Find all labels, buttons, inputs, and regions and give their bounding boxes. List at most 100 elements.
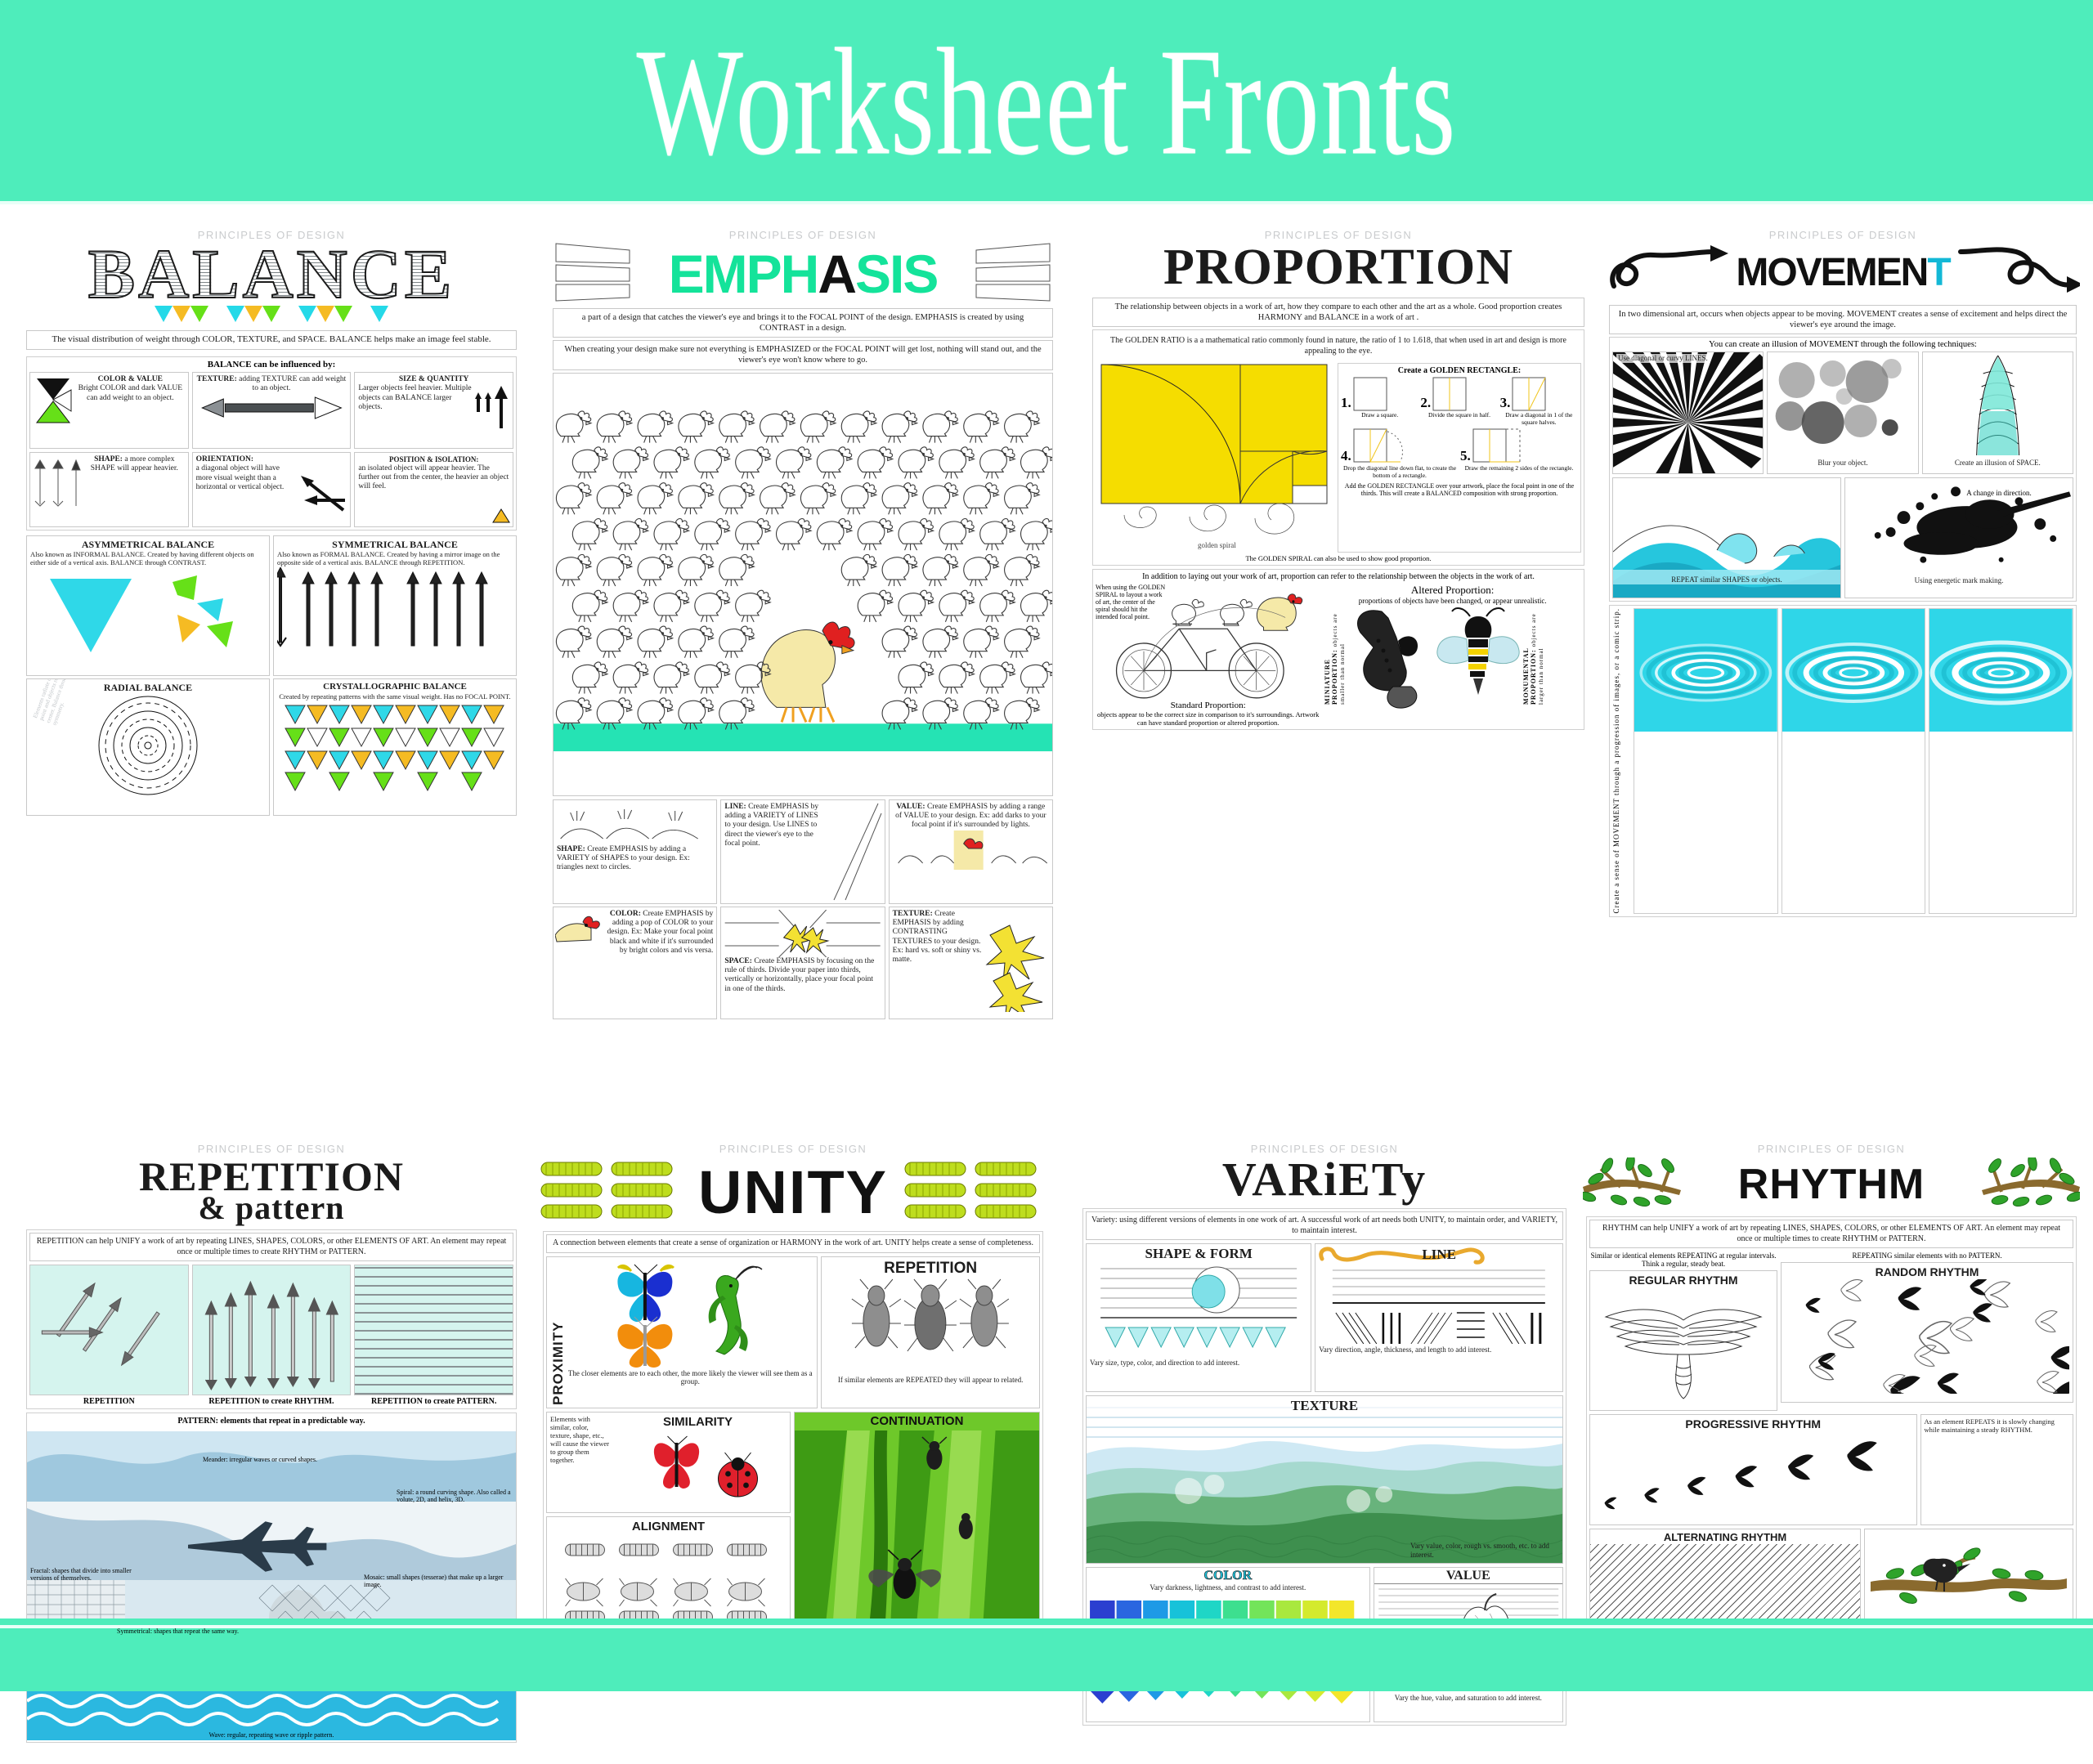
card-name: PROGRESSIVE RHYTHM [1685, 1417, 1822, 1430]
step-text: Draw a square. [1361, 411, 1399, 419]
rect-note: Add the GOLDEN RECTANGLE over your artwo… [1344, 482, 1575, 498]
wasp-illustration [1436, 607, 1520, 696]
emphasis-intro: a part of a design that catches the view… [553, 308, 1053, 338]
card-text: Vary direction, angle, thickness, and le… [1319, 1345, 1492, 1354]
pod-label: PRINCIPLES OF DESIGN [719, 1143, 867, 1155]
card-name: PROXIMITY [550, 1320, 566, 1405]
proportion-intro: The relationship between objects in a wo… [1092, 298, 1584, 328]
rhythm-lead-left: Similar or identical elements REPEATING … [1590, 1251, 1777, 1268]
rhythm-card-random: RANDOM RHYTHM [1781, 1262, 2073, 1403]
pod-label: PRINCIPLES OF DESIGN [728, 229, 877, 241]
caption: REPETITION to create RHYTHM. [208, 1397, 334, 1406]
altered-head: Altered Proportion: [1410, 584, 1495, 597]
balance-factor-shape: SHAPE: a more complex SHAPE will appear … [29, 451, 189, 527]
balance-type-symmetrical: SYMMETRICAL BALANCE Also known as FORMAL… [273, 535, 517, 676]
balance-factor-size-quantity: SIZE & QUANTITY Larger objects feel heav… [354, 371, 513, 449]
worksheet-balance[interactable]: PRINCIPLES OF DESIGN BALANCE The visual … [23, 229, 520, 989]
golden-spiral-diagram: golden spiral [1096, 363, 1333, 553]
factor-name: POSITION & ISOLATION: [388, 454, 479, 463]
card-text: As an element REPEATS it is slowly chang… [1924, 1417, 2055, 1435]
pattern-note-symmetrical: Symmetrical: shapes that repeat the same… [117, 1627, 239, 1635]
card-name: SHAPE: [557, 844, 585, 853]
step-2: 2. Divide the square in half. [1420, 377, 1498, 426]
variety-card-shape-form: SHAPE & FORM Vary size, type, color, and… [1086, 1243, 1312, 1392]
worksheet-subtitle: & pattern [198, 1189, 345, 1226]
card-name: SPACE: [724, 956, 752, 965]
golden-rectangle-steps: Create a GOLDEN RECTANGLE: 1. Draw a squ… [1338, 363, 1581, 553]
movement-tile-space: Create an illusion of SPACE. [1921, 351, 2073, 475]
worksheet-proportion[interactable]: PRINCIPLES OF DESIGN PROPORTION The rela… [1089, 229, 1588, 1095]
monumental-label: MONUMENTAL PROPORTION: objects are large… [1522, 613, 1545, 705]
movement-subhead: You can create an illusion of MOVEMENT t… [1709, 340, 1977, 350]
step-4: 4. Drop the diagonal line down flat, to … [1341, 428, 1459, 479]
factor-text: adding TEXTURE can add weight to an obje… [239, 374, 347, 393]
caption: REPETITION [83, 1397, 135, 1406]
worksheet-emphasis[interactable]: PRINCIPLES OF DESIGN EMPHASIS a part of … [549, 229, 1056, 1120]
balance-type-asymmetrical: ASYMMETRICAL BALANCE Also known as INFOR… [26, 535, 270, 676]
strip-caption: Create a sense of MOVEMENT through a pro… [1612, 608, 1620, 914]
svg-text:golden spiral: golden spiral [1198, 541, 1236, 549]
factor-text: an isolated object will appear heavier. … [358, 463, 509, 491]
card-name: RANDOM RHYTHM [1875, 1265, 1979, 1278]
type-text: Created by repeating patterns with the s… [279, 692, 511, 701]
worksheet-gallery: PRINCIPLES OF DESIGN BALANCE The visual … [0, 204, 2093, 1764]
card-name: LINE [1422, 1246, 1456, 1262]
tile-caption: Blur your object. [1817, 459, 1868, 468]
balance-factor-color-value: COLOR & VALUE Bright COLOR and dark VALU… [29, 371, 189, 449]
worksheet-title: UNITY [698, 1157, 888, 1226]
pattern-note-fractal: Fractal: shapes that divide into smaller… [30, 1567, 132, 1582]
rect-head: Create a GOLDEN RECTANGLE: [1397, 366, 1522, 376]
type-name: ASYMMETRICAL BALANCE [81, 538, 215, 550]
pattern-note-wave: Wave: regular, repeating wave or ripple … [208, 1731, 334, 1739]
emphasis-card-space: SPACE: Create EMPHASIS by focusing on th… [720, 906, 885, 1019]
movement-progression-strip [1634, 608, 2074, 914]
balance-intro: The visual distribution of weight throug… [26, 330, 517, 350]
golden-ratio-text: The GOLDEN RATIO is a a mathematical rat… [1110, 336, 1566, 356]
ripple-frame-3 [1929, 608, 2074, 914]
factor-name: SHAPE: [94, 454, 123, 463]
unity-card-repetition: REPETITION If similar elements are REPEA… [821, 1256, 1040, 1408]
card-text: Vary darkness, lightness, and contrast t… [1150, 1583, 1306, 1592]
worksheet-title: VARiETy [1221, 1153, 1427, 1206]
unity-intro: A connection between elements that creat… [546, 1234, 1040, 1253]
page-title: Worksheet Fronts [636, 17, 1457, 187]
card-text: Vary the hue, value, and saturation to a… [1394, 1694, 1542, 1703]
altered-proportion-panel: Altered Proportion: proportions of objec… [1324, 584, 1581, 727]
emphasis-card-color: COLOR: Create EMPHASIS by adding a pop o… [553, 906, 718, 1019]
step-text: Draw a diagonal in 1 of the square halve… [1505, 411, 1573, 427]
movement-tile-repeat: REPEAT similar SHAPES or objects. [1612, 477, 1841, 599]
card-name: COLOR: [609, 909, 641, 918]
card-name: CONTINUATION [795, 1412, 1039, 1430]
step-number: 2. [1420, 395, 1432, 411]
altered-text: proportions of objects have been changed… [1358, 597, 1547, 606]
step-number: 4. [1341, 448, 1351, 464]
ripple-frame-2 [1781, 608, 1926, 914]
tile-caption: Use diagonal or curvy LINES. [1616, 354, 1710, 364]
caption: REPETITION to create PATTERN. [371, 1397, 497, 1406]
balance-factor-texture: TEXTURE: adding TEXTURE can add weight t… [191, 371, 352, 449]
worksheet-movement[interactable]: PRINCIPLES OF DESIGN MOVEMENT In two dim… [1606, 229, 2080, 1120]
movement-tile-blur: Blur your object. [1767, 351, 1919, 475]
pattern-note-meander: Meander: irregular waves or curved shape… [203, 1456, 317, 1463]
emphasis-warning: When creating your design make sure not … [553, 340, 1053, 370]
unity-card-proximity: PROXIMITY The closer elements are to eac… [546, 1256, 818, 1408]
step-text: Drop the diagonal line down flat, to cre… [1342, 464, 1457, 480]
type-text: Also known as FORMAL BALANCE. Created by… [277, 550, 500, 567]
standard-text: objects appear to be the correct size in… [1096, 710, 1320, 728]
saxophone-illustration [1357, 610, 1418, 709]
tile-caption: REPEAT similar SHAPES or objects. [1671, 575, 1782, 584]
worksheet-title: BALANCE [87, 235, 455, 313]
emphasis-title-part1: EMPH [668, 244, 820, 304]
card-name: REPETITION [884, 1259, 978, 1277]
card-text: Vary size, type, color, and direction to… [1090, 1359, 1240, 1368]
step-text: Draw the remaining 2 sides of the rectan… [1464, 464, 1574, 472]
card-text: The closer elements are to each other, t… [567, 1368, 813, 1386]
tile-caption-direction: A change in direction. [1966, 489, 2032, 497]
rhythm-lead-right: REPEATING similar elements with no PATTE… [1852, 1251, 2002, 1260]
emphasis-card-line: LINE: Create EMPHASIS by adding a VARIET… [720, 799, 885, 904]
worksheet-title: MOVEMENT [1736, 250, 1951, 294]
type-text: Also known as INFORMAL BALANCE. Created … [30, 550, 254, 567]
card-text: If similar elements are REPEATED they wi… [837, 1376, 1024, 1385]
unity-card-similarity: Elements with similar, color, texture, s… [546, 1411, 791, 1513]
repetition-example-3: REPETITION to create PATTERN. [354, 1265, 513, 1406]
